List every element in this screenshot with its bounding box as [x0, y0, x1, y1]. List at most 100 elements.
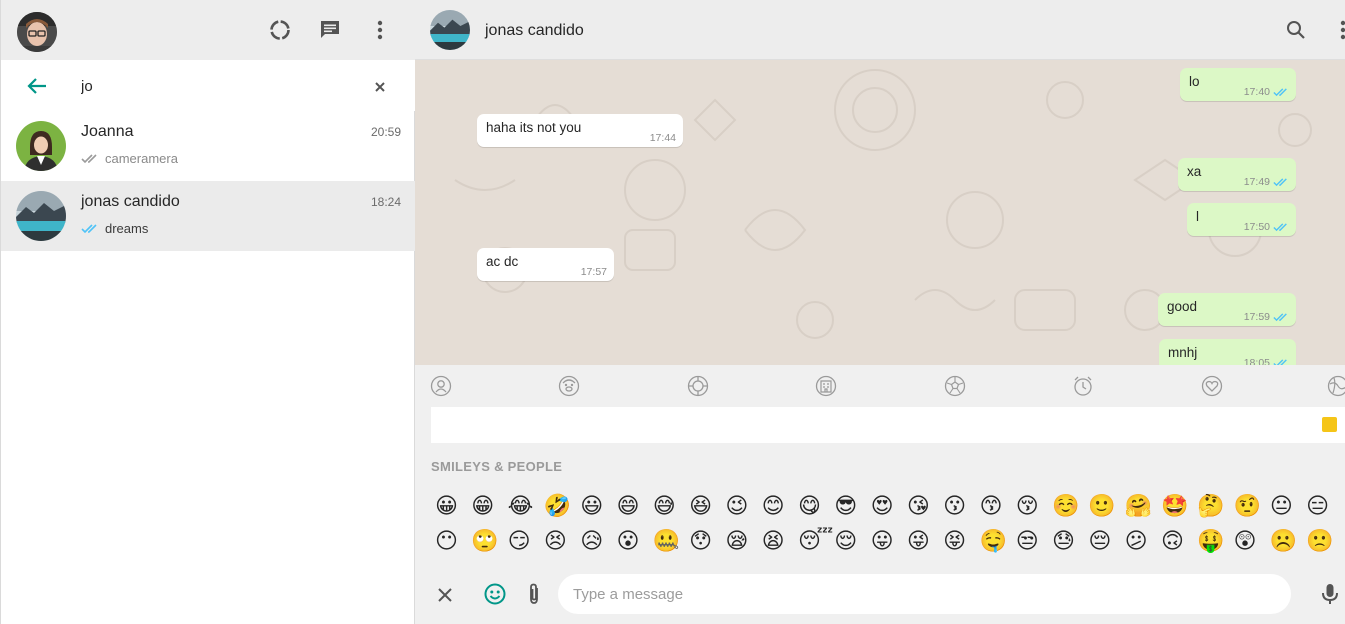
search-input[interactable]	[81, 74, 351, 98]
emoji[interactable]: 😅	[653, 492, 689, 522]
chat-item-jonas-candido[interactable]: jonas candido 18:24 dreams	[1, 181, 415, 251]
message-input[interactable]	[558, 574, 1291, 614]
emoji[interactable]: 😝	[943, 527, 979, 557]
objects-icon[interactable]	[1072, 375, 1094, 397]
skin-tone-selector[interactable]	[1322, 417, 1337, 432]
sports-icon[interactable]	[944, 375, 966, 397]
emoji[interactable]: ☹️	[1270, 527, 1306, 557]
emoji[interactable]: 😎	[834, 492, 870, 522]
emoji[interactable]: 😂	[508, 492, 544, 522]
message-text: good	[1167, 299, 1198, 314]
attach-icon[interactable]	[523, 582, 545, 606]
emoji[interactable]: 😲	[1234, 527, 1270, 557]
emoji[interactable]: 🤣	[544, 492, 580, 522]
emoji[interactable]: 😄	[616, 492, 652, 522]
emoji[interactable]: 😓	[1052, 527, 1088, 557]
read-receipt-icon	[1273, 313, 1287, 322]
message-list[interactable]: lo 17:40 haha its not you 17:44 xa 17:49…	[415, 60, 1345, 365]
chat-preview: dreams	[81, 221, 148, 236]
emoji[interactable]: 😔	[1088, 527, 1124, 557]
message-time: 18:05	[1243, 357, 1270, 365]
symbols-icon[interactable]	[1201, 375, 1223, 397]
double-tick-icon	[81, 224, 97, 234]
message-bubble-incoming[interactable]: haha its not you 17:44	[477, 114, 683, 147]
emoji[interactable]: 😕	[1125, 527, 1161, 557]
emoji[interactable]: 😚	[1016, 492, 1052, 522]
food-icon[interactable]	[687, 375, 709, 397]
avatar	[16, 191, 66, 241]
emoji[interactable]: 😏	[508, 527, 544, 557]
emoji-search-input[interactable]	[431, 407, 1345, 443]
travel-icon[interactable]	[815, 375, 837, 397]
emoji[interactable]: 😊	[762, 492, 798, 522]
emoji[interactable]: 🙂	[1088, 492, 1124, 522]
emoji[interactable]: 🤗	[1125, 492, 1161, 522]
emoji[interactable]: 😮	[616, 527, 652, 557]
emoji[interactable]: 🤩	[1161, 492, 1197, 522]
emoji[interactable]: 😯	[689, 527, 725, 557]
close-icon[interactable]	[435, 585, 455, 605]
message-bubble-outgoing[interactable]: xa 17:49	[1178, 158, 1296, 191]
message-bubble-outgoing[interactable]: lo 17:40	[1180, 68, 1296, 101]
emoji[interactable]: 🙄	[471, 527, 507, 557]
emoji[interactable]: 🤤	[979, 527, 1015, 557]
emoji[interactable]: 🤔	[1197, 492, 1233, 522]
emoji[interactable]: 😪	[725, 527, 761, 557]
emoji[interactable]: 😴	[798, 527, 834, 557]
emoji[interactable]: 🙃	[1161, 527, 1197, 557]
close-icon[interactable]	[371, 78, 389, 96]
contact-name[interactable]: jonas candido	[485, 22, 584, 40]
emoji[interactable]: ☺️	[1052, 492, 1088, 522]
emoji[interactable]: 😉	[725, 492, 761, 522]
emoji[interactable]: 😁	[471, 492, 507, 522]
emoji[interactable]: 😶	[435, 527, 471, 557]
message-time: 17:50	[1243, 221, 1270, 233]
status-icon[interactable]	[268, 18, 292, 42]
emoji[interactable]: 😫	[762, 527, 798, 557]
emoji[interactable]: 😀	[435, 492, 471, 522]
emoji[interactable]: 😘	[907, 492, 943, 522]
people-icon[interactable]	[430, 375, 452, 397]
chat-list-pane: Joanna 20:59 cameramera jonas candido 18…	[0, 0, 415, 624]
emoji[interactable]: 😣	[544, 527, 580, 557]
emoji[interactable]: 😐	[1270, 492, 1306, 522]
emoji[interactable]: 😛	[871, 527, 907, 557]
emoji-row: 😀 😁 😂 🤣 😃 😄 😅 😆 😉 😊 😋 😎 😍 😘 😗 😙 😚 ☺️ 🙂 🤗 🤩 🤔 🤨 😐 😑	[435, 492, 1342, 522]
message-bubble-outgoing[interactable]: l 17:50	[1187, 203, 1296, 236]
emoji[interactable]: 🤑	[1197, 527, 1233, 557]
contact-avatar[interactable]	[430, 10, 470, 50]
emoji[interactable]: 😃	[580, 492, 616, 522]
emoji-icon[interactable]	[483, 582, 507, 606]
emoji[interactable]: 😙	[979, 492, 1015, 522]
my-avatar[interactable]	[17, 12, 57, 52]
emoji[interactable]: 😗	[943, 492, 979, 522]
new-chat-icon[interactable]	[318, 18, 342, 42]
animals-icon[interactable]	[558, 375, 580, 397]
emoji[interactable]: 🤨	[1234, 492, 1270, 522]
emoji[interactable]: 🙁	[1306, 527, 1342, 557]
emoji[interactable]: 😍	[871, 492, 907, 522]
message-text: haha its not you	[486, 120, 582, 135]
menu-icon[interactable]	[1331, 18, 1345, 42]
emoji[interactable]: 😜	[907, 527, 943, 557]
message-bubble-outgoing[interactable]: mnhj 18:05	[1159, 339, 1296, 365]
emoji[interactable]: 😥	[580, 527, 616, 557]
emoji[interactable]: 😌	[834, 527, 870, 557]
emoji[interactable]: 😑	[1306, 492, 1342, 522]
message-meta: 17:50	[1244, 221, 1289, 233]
message-composer	[415, 565, 1345, 624]
chat-item-joanna[interactable]: Joanna 20:59 cameramera	[1, 111, 415, 181]
search-icon[interactable]	[1284, 18, 1308, 42]
mic-icon[interactable]	[1320, 582, 1340, 606]
message-bubble-incoming[interactable]: ac dc 17:57	[477, 248, 614, 281]
flags-icon[interactable]	[1327, 375, 1345, 397]
menu-icon[interactable]	[368, 18, 392, 42]
message-bubble-outgoing[interactable]: good 17:59	[1158, 293, 1296, 326]
emoji[interactable]: 😒	[1016, 527, 1052, 557]
message-text: lo	[1189, 74, 1200, 89]
emoji[interactable]: 😆	[689, 492, 725, 522]
emoji[interactable]: 😋	[798, 492, 834, 522]
emoji[interactable]: 🤐	[653, 527, 689, 557]
arrow-left-icon[interactable]	[26, 75, 50, 97]
message-meta: 17:40	[1244, 86, 1289, 98]
